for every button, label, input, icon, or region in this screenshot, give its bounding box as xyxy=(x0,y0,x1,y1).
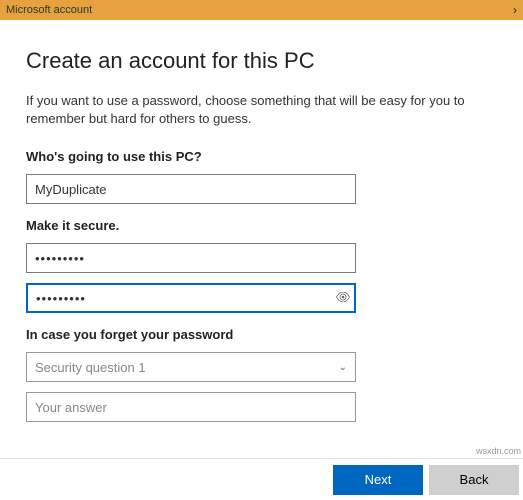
footer-bar: Next Back xyxy=(0,458,523,500)
page-heading: Create an account for this PC xyxy=(26,48,497,74)
security-answer-placeholder: Your answer xyxy=(35,400,107,415)
username-input[interactable] xyxy=(26,174,356,204)
chevron-down-icon: ⌄ xyxy=(339,362,347,373)
watermark-text: wsxdn.com xyxy=(476,446,521,456)
password-section-label: Make it secure. xyxy=(26,218,497,233)
page-description: If you want to use a password, choose so… xyxy=(26,92,497,127)
window-title: Microsoft account xyxy=(6,4,92,16)
titlebar: Microsoft account › xyxy=(0,0,523,20)
security-section-label: In case you forget your password xyxy=(26,327,497,342)
username-label: Who's going to use this PC? xyxy=(26,149,497,164)
security-question-value: Security question 1 xyxy=(35,360,146,375)
main-content: Create an account for this PC If you wan… xyxy=(0,20,523,422)
password-field-wrap xyxy=(26,243,356,273)
confirm-password-input[interactable] xyxy=(26,283,356,313)
reveal-password-icon[interactable] xyxy=(336,291,350,305)
chevron-right-icon[interactable]: › xyxy=(513,3,517,17)
security-answer-input[interactable]: Your answer xyxy=(26,392,356,422)
password-input[interactable] xyxy=(26,243,356,273)
security-question-select[interactable]: Security question 1 ⌄ xyxy=(26,352,356,382)
next-button[interactable]: Next xyxy=(333,465,423,495)
back-button[interactable]: Back xyxy=(429,465,519,495)
confirm-password-field-wrap xyxy=(26,283,356,313)
